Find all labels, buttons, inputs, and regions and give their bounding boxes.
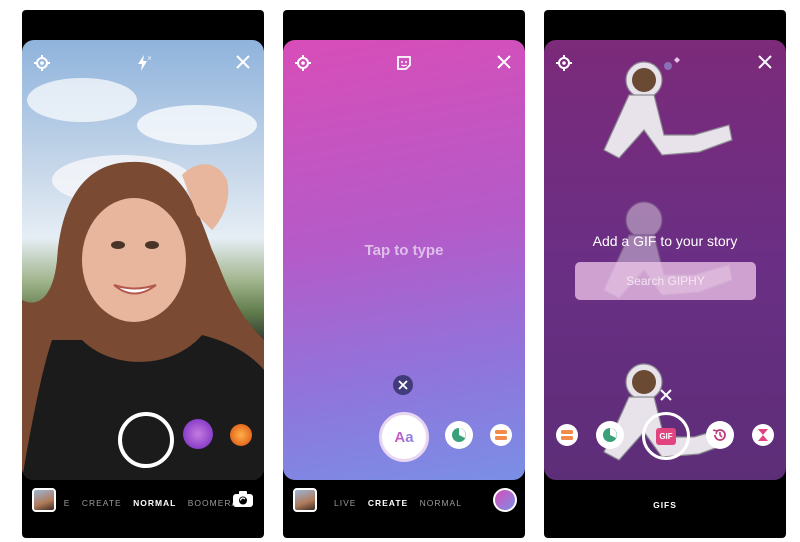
face-filter-button[interactable] xyxy=(183,419,213,449)
layout-icon[interactable] xyxy=(556,424,578,446)
mode-item[interactable]: LIVE xyxy=(334,498,356,508)
boomerang-icon[interactable] xyxy=(596,421,624,449)
face-filter-button-2[interactable] xyxy=(230,424,252,446)
text-style-label: Aa xyxy=(394,428,414,446)
shutter-button[interactable] xyxy=(118,412,174,468)
rewind-icon[interactable] xyxy=(706,421,734,449)
mode-item-active[interactable]: CREATE xyxy=(368,498,408,508)
sticker-icon[interactable] xyxy=(394,54,414,74)
type-mode-phone-screen: Tap to type Aa LIVE CREATE NORMAL xyxy=(283,10,525,538)
svg-text:×: × xyxy=(147,55,152,62)
gif-mode-phone-screen: Add a GIF to your story Search GIPHY GIF… xyxy=(544,10,786,538)
mode-item-active[interactable]: GIFS xyxy=(653,500,677,510)
mode-item[interactable]: E xyxy=(64,498,71,508)
mode-item[interactable]: CREATE xyxy=(82,498,122,508)
dismiss-icon[interactable] xyxy=(393,375,413,395)
close-icon[interactable] xyxy=(755,54,775,74)
close-icon[interactable] xyxy=(233,54,253,74)
gear-icon[interactable] xyxy=(32,54,52,74)
gear-icon[interactable] xyxy=(554,54,574,74)
gif-button-label: GIF xyxy=(656,427,676,445)
search-giphy-input[interactable]: Search GIPHY xyxy=(575,262,756,300)
camera-flip-icon[interactable] xyxy=(232,490,254,508)
gif-prompt-title: Add a GIF to your story xyxy=(592,233,738,249)
boomerang-icon[interactable] xyxy=(445,421,473,449)
flash-off-icon[interactable]: × xyxy=(133,54,153,74)
tap-to-type-prompt[interactable]: Tap to type xyxy=(283,242,525,259)
dismiss-icon[interactable] xyxy=(660,388,672,401)
close-icon[interactable] xyxy=(494,54,514,74)
mode-item-active[interactable]: NORMAL xyxy=(133,498,176,508)
mode-item[interactable]: NORMAL xyxy=(420,498,462,508)
camera-phone-screen: × E CREATE NORMAL BOOMERA xyxy=(22,10,264,538)
camera-mode-selector[interactable]: GIFS xyxy=(544,500,786,510)
hourglass-icon[interactable] xyxy=(752,424,774,446)
gear-icon[interactable] xyxy=(293,54,313,74)
mode-item[interactable]: BOOMERA xyxy=(188,498,238,508)
text-style-button[interactable]: Aa xyxy=(379,412,429,462)
gif-capture-button[interactable]: GIF xyxy=(642,412,690,460)
layout-icon[interactable] xyxy=(490,424,512,446)
background-color-picker[interactable] xyxy=(493,488,517,512)
camera-mode-selector[interactable]: E CREATE NORMAL BOOMERA xyxy=(30,498,264,508)
camera-mode-selector[interactable]: LIVE CREATE NORMAL xyxy=(283,498,519,508)
